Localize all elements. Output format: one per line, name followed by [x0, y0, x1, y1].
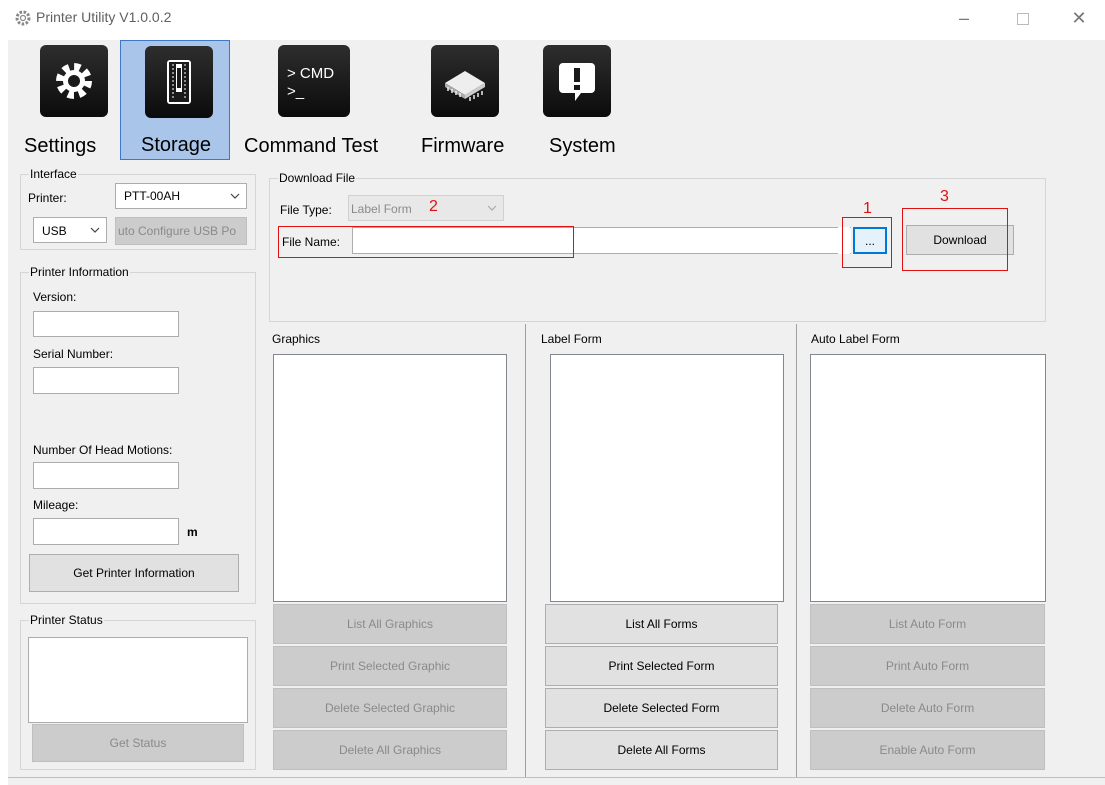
printer-select-value: PTT-00AH: [124, 189, 181, 203]
delete-selected-graphic-button[interactable]: Delete Selected Graphic: [273, 688, 507, 728]
app-gear-icon: [14, 9, 32, 27]
cmd-icon: > CMD >_: [278, 45, 350, 117]
storage-card-icon: [145, 46, 213, 118]
get-status-button[interactable]: Get Status: [32, 724, 244, 762]
exclamation-icon: [543, 45, 611, 117]
head-motions-label: Number Of Head Motions:: [33, 443, 173, 457]
cmd-icon-prompt: >_: [287, 83, 305, 100]
tab-firmware[interactable]: Firmware: [413, 40, 523, 160]
cmd-icon-text: > CMD: [287, 65, 335, 82]
close-icon[interactable]: ✕: [1064, 6, 1094, 30]
delete-all-graphics-button[interactable]: Delete All Graphics: [273, 730, 507, 770]
mileage-label: Mileage:: [33, 498, 79, 512]
printer-info-legend: Printer Information: [29, 265, 130, 279]
delete-auto-form-button[interactable]: Delete Auto Form: [810, 688, 1045, 728]
list-auto-form-button[interactable]: List Auto Form: [810, 604, 1045, 644]
bottom-divider: [8, 777, 1105, 778]
file-type-select[interactable]: Label Form: [348, 195, 504, 221]
enable-auto-form-button[interactable]: Enable Auto Form: [810, 730, 1045, 770]
version-label: Version:: [33, 290, 77, 304]
printer-select[interactable]: PTT-00AH: [115, 183, 247, 209]
printer-label: Printer:: [28, 191, 67, 205]
column-separator: [796, 324, 797, 777]
delete-all-forms-button[interactable]: Delete All Forms: [545, 730, 778, 770]
serial-number-label: Serial Number:: [33, 347, 114, 361]
label-form-header: Label Form: [541, 332, 602, 346]
port-select-value: USB: [42, 224, 67, 238]
title-bar: Printer Utility V1.0.0.2 – ✕: [0, 0, 1105, 40]
tab-label: System: [549, 135, 616, 157]
printer-info-group: Printer Information Version: Serial Numb…: [20, 265, 256, 604]
print-selected-form-button[interactable]: Print Selected Form: [545, 646, 778, 686]
file-type-value: Label Form: [351, 202, 412, 216]
get-printer-info-button[interactable]: Get Printer Information: [29, 554, 239, 592]
download-legend: Download File: [278, 171, 357, 185]
annotation-number-1: 1: [863, 200, 872, 217]
minimize-icon[interactable]: –: [949, 6, 979, 30]
print-auto-form-button[interactable]: Print Auto Form: [810, 646, 1045, 686]
auto-label-form-list[interactable]: [810, 354, 1046, 602]
list-all-graphics-button[interactable]: List All Graphics: [273, 604, 507, 644]
tab-label: Settings: [24, 135, 97, 157]
annotation-box-1: [842, 217, 892, 268]
chevron-down-icon: [487, 205, 497, 211]
printer-status-group: Printer Status Get Status: [20, 613, 256, 770]
mileage-unit: m: [187, 525, 198, 539]
list-all-forms-button[interactable]: List All Forms: [545, 604, 778, 644]
mileage-field[interactable]: [33, 518, 179, 545]
graphics-list[interactable]: [273, 354, 507, 602]
main-panel: Interface Printer: PTT-00AH USB uto Conf…: [8, 160, 1105, 785]
tab-label: Command Test: [244, 135, 379, 157]
interface-legend: Interface: [29, 167, 78, 181]
column-separator: [525, 324, 526, 777]
tab-command-test[interactable]: > CMD >_ Command Test: [240, 40, 400, 160]
serial-number-field[interactable]: [33, 367, 179, 394]
annotation-number-2: 2: [429, 198, 438, 215]
tab-storage[interactable]: Storage: [120, 40, 230, 160]
file-type-label: File Type:: [280, 203, 332, 217]
version-field[interactable]: [33, 311, 179, 337]
chevron-down-icon: [90, 227, 100, 233]
annotation-box-2: [278, 226, 574, 258]
annotation-box-3: [902, 208, 1008, 271]
delete-selected-form-button[interactable]: Delete Selected Form: [545, 688, 778, 728]
label-form-list[interactable]: [550, 354, 784, 602]
tab-system[interactable]: System: [533, 40, 633, 160]
tab-label: Storage: [141, 134, 212, 156]
tab-settings[interactable]: Settings: [20, 40, 120, 160]
annotation-number-3: 3: [940, 188, 949, 205]
printer-status-legend: Printer Status: [29, 613, 104, 627]
head-motions-field[interactable]: [33, 462, 179, 489]
maximize-icon[interactable]: [1008, 6, 1038, 30]
window-title: Printer Utility V1.0.0.2: [36, 9, 172, 25]
interface-group: Interface Printer: PTT-00AH USB uto Conf…: [20, 167, 256, 250]
port-select[interactable]: USB: [33, 217, 107, 243]
gear-icon: [40, 45, 108, 117]
chip-icon: [431, 45, 499, 117]
status-text-area[interactable]: [28, 637, 248, 723]
graphics-header: Graphics: [272, 332, 321, 346]
tab-label: Firmware: [421, 135, 505, 157]
print-selected-graphic-button[interactable]: Print Selected Graphic: [273, 646, 507, 686]
auto-configure-usb-button[interactable]: uto Configure USB Po: [115, 217, 247, 245]
chevron-down-icon: [230, 193, 240, 199]
auto-label-form-header: Auto Label Form: [811, 332, 900, 346]
toolbar: Settings Storage > CMD >_ Command Test F…: [8, 40, 1105, 160]
